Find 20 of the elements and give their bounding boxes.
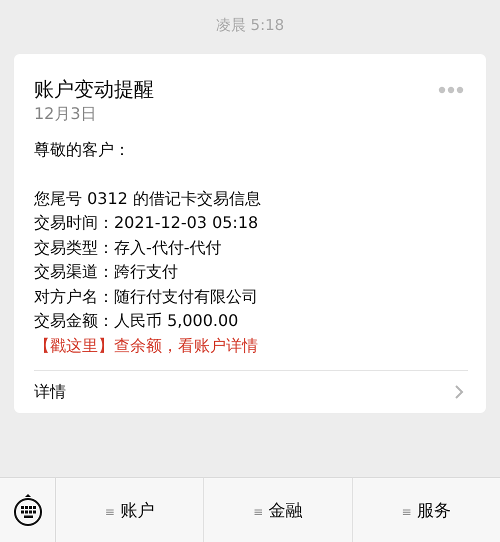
field-value: 存入-代付-代付: [114, 236, 222, 258]
intro-text: 您尾号 0312 的借记卡交易信息: [34, 188, 262, 210]
message-timestamp: 凌晨 5:18: [216, 16, 284, 36]
greeting-text: 尊敬的客户：: [34, 139, 131, 161]
details-row[interactable]: 详情: [34, 370, 468, 413]
field-label: 交易渠道：: [34, 261, 114, 283]
field-value: 人民币 5,000.00: [114, 310, 238, 332]
field-label: 对方户名：: [34, 286, 114, 308]
keyboard-icon[interactable]: [12, 492, 42, 528]
field-value: 2021-12-03 05:18: [114, 212, 258, 234]
chevron-icon: [454, 384, 464, 400]
message-date: 12月3日: [34, 103, 98, 125]
field-label: 交易类型：: [34, 236, 114, 258]
field-label: 交易金额：: [34, 310, 114, 332]
field-value: 随行付支付有限公司: [114, 286, 258, 308]
message-title: 账户变动提醒: [34, 76, 154, 102]
field-value: 跨行支付: [114, 261, 178, 283]
balance-link[interactable]: 【戳这里】查余额，看账户详情: [34, 334, 258, 358]
field-label: 交易时间：: [34, 212, 114, 234]
details-label: 详情: [34, 382, 66, 402]
